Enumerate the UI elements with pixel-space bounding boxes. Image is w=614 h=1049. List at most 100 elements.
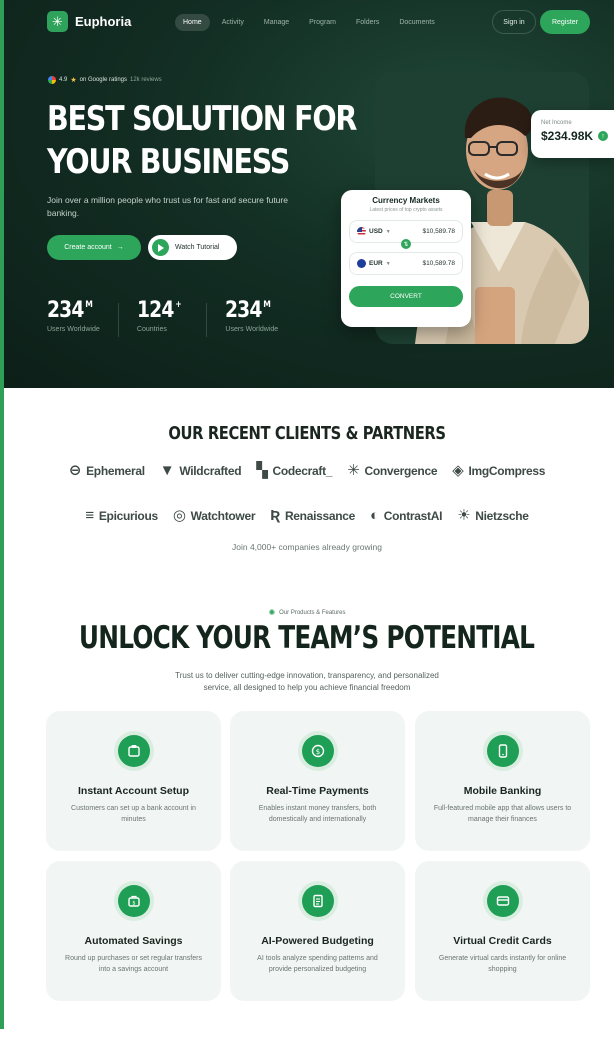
net-income-label: Net Income	[541, 120, 572, 126]
watch-tutorial-label: Watch Tutorial	[175, 244, 220, 251]
sun-icon: ☀	[457, 507, 471, 524]
stack-icon: ≡	[85, 507, 94, 524]
client-logo-codecraft: ▚ Codecraft_	[256, 462, 333, 479]
feature-card-mobile-banking[interactable]: Mobile Banking Full-featured mobile app …	[415, 711, 590, 851]
feature-description: AI tools analyze spending patterns and p…	[257, 955, 378, 973]
half-circle-icon: ◐	[370, 507, 379, 524]
swap-icon[interactable]: ⇅	[401, 239, 411, 249]
burst-icon: ✳	[347, 462, 360, 479]
client-logo-imgcompress: ◈ ImgCompress	[452, 462, 546, 479]
swirl-icon: ◎	[172, 507, 186, 524]
budget-icon	[301, 885, 334, 917]
feature-description: Round up purchases or set regular transf…	[65, 955, 202, 973]
hero-headline: BEST SOLUTION FOR YOUR BUSINESS	[47, 98, 357, 184]
stat-suffix: M	[85, 300, 93, 310]
svg-text:$: $	[315, 748, 319, 756]
register-button[interactable]: Register	[540, 10, 590, 34]
hero-subtext: Join over a million people who trust us …	[47, 195, 288, 218]
rating-reviews: 12k reviews	[130, 77, 162, 83]
feature-card-real-time-payments[interactable]: $ Real-Time Payments Enables instant mon…	[230, 711, 405, 851]
create-account-button[interactable]: Create account →	[47, 235, 141, 260]
currency-card-title: Currency Markets	[372, 196, 440, 205]
feature-description: Enables instant money transfers, both do…	[258, 805, 377, 823]
watch-tutorial-button[interactable]: Watch Tutorial	[148, 235, 237, 260]
nav-program[interactable]: Program	[301, 14, 344, 31]
star-icon: ★	[70, 77, 77, 84]
brand-name: Euphoria	[75, 14, 132, 29]
arrow-up-icon: ↑	[598, 131, 609, 141]
logo-sparkle-icon: ✳	[47, 11, 68, 32]
net-income-card: Net Income $234.98K ↑	[531, 110, 614, 158]
rating-text: on Google ratings	[79, 77, 127, 83]
features-title: UNLOCK YOUR TEAM’S POTENTIAL	[79, 620, 535, 656]
ring-icon: ⊖	[68, 462, 82, 479]
nav-activity[interactable]: Activity	[214, 14, 252, 31]
blocks-icon: ▚	[256, 462, 268, 479]
feature-title: Virtual Credit Cards	[453, 935, 552, 947]
feature-title: AI-Powered Budgeting	[261, 935, 374, 947]
currency-markets-card: Currency Markets Latest prices of top cr…	[341, 190, 471, 327]
stat-label: Users Worldwide	[225, 326, 279, 333]
feature-description: Full-featured mobile app that allows use…	[433, 805, 572, 823]
stat-divider	[206, 303, 208, 337]
eyebrow-label: Our Products & Features	[279, 609, 346, 616]
hero-section: ✳ Euphoria Home Activity Manage Program …	[0, 0, 614, 388]
client-logo-ephemeral: ⊖ Ephemeral	[68, 462, 145, 479]
feature-title: Mobile Banking	[463, 785, 542, 797]
currency-row-eur[interactable]: EUR ▼ $10,589.78	[349, 252, 463, 275]
credit-card-icon	[486, 885, 519, 917]
account-icon	[117, 735, 150, 767]
headline-line-2: YOUR BUSINESS	[47, 142, 290, 182]
currency-code: EUR	[369, 260, 383, 267]
nav-documents[interactable]: Documents	[391, 14, 442, 31]
brand-logo[interactable]: ✳ Euphoria	[47, 11, 131, 32]
stat-item: 234 M Users Worldwide	[225, 298, 278, 337]
stat-value: 124	[136, 298, 174, 323]
client-logo-convergence: ✳ Convergence	[347, 462, 438, 479]
features-eyebrow: ✺ Our Products & Features	[0, 608, 614, 617]
stat-divider	[117, 303, 119, 337]
clients-title: OUR RECENT CLIENTS & PARTNERS	[168, 423, 446, 444]
client-logo-contrastai: ◐ ContrastAI	[370, 507, 443, 524]
feature-card-automated-savings[interactable]: $ Automated Savings Round up purchases o…	[46, 861, 221, 1001]
client-logo-renaissance: Ʀ Renaissance	[270, 507, 356, 524]
nav-folders[interactable]: Folders	[348, 14, 387, 31]
feature-title: Automated Savings	[84, 935, 183, 947]
rating-value: 4.9	[59, 77, 68, 83]
feature-card-ai-budgeting[interactable]: AI-Powered Budgeting AI tools analyze sp…	[230, 861, 405, 1001]
eu-flag-icon	[357, 259, 366, 268]
stat-item: 234 M Users Worldwide	[47, 298, 100, 337]
feature-title: Real-Time Payments	[266, 785, 369, 797]
features-subtitle: Trust us to deliver cutting-edge innovat…	[175, 671, 439, 692]
headline-line-1: BEST SOLUTION FOR	[47, 99, 357, 139]
google-icon	[48, 76, 56, 84]
us-flag-icon	[357, 227, 366, 236]
feature-description: Generate virtual cards instantly for onl…	[438, 955, 567, 973]
client-logo-epicurious: ≡ Epicurious	[85, 507, 158, 524]
currency-amount: $10,589.78	[422, 260, 455, 267]
feature-card-instant-account[interactable]: Instant Account Setup Customers can set …	[46, 711, 221, 851]
stat-item: 124 + Countries	[137, 298, 188, 337]
play-icon	[152, 239, 169, 256]
chevron-down-icon: ▼	[385, 228, 391, 235]
stat-value: 234	[47, 298, 84, 323]
currency-card-subtitle: Latest prices of top crypto assets	[369, 207, 443, 213]
wings-icon: ▼	[159, 462, 175, 479]
nav-manage[interactable]: Manage	[256, 14, 297, 31]
join-companies-text: Join 4,000+ companies already growing	[231, 542, 383, 552]
convert-button[interactable]: CONVERT	[349, 286, 463, 307]
signin-button[interactable]: Sign in	[492, 10, 536, 34]
client-logo-watchtower: ◎ Watchtower	[172, 507, 256, 524]
phone-icon	[486, 735, 519, 767]
savings-icon: $	[117, 885, 150, 917]
client-logo-nietzsche: ☀ Nietzsche	[457, 507, 529, 524]
stat-label: Countries	[136, 326, 167, 333]
feature-card-virtual-credit-cards[interactable]: Virtual Credit Cards Generate virtual ca…	[415, 861, 590, 1001]
currency-amount: $10,589.78	[422, 228, 455, 235]
currency-code: USD	[369, 228, 383, 235]
google-rating: 4.9 ★ on Google ratings 12k reviews	[48, 76, 162, 84]
diamond-icon: ◈	[452, 462, 464, 479]
nav-home[interactable]: Home	[175, 14, 210, 31]
r-icon: Ʀ	[270, 507, 280, 524]
svg-text:$: $	[132, 901, 135, 907]
